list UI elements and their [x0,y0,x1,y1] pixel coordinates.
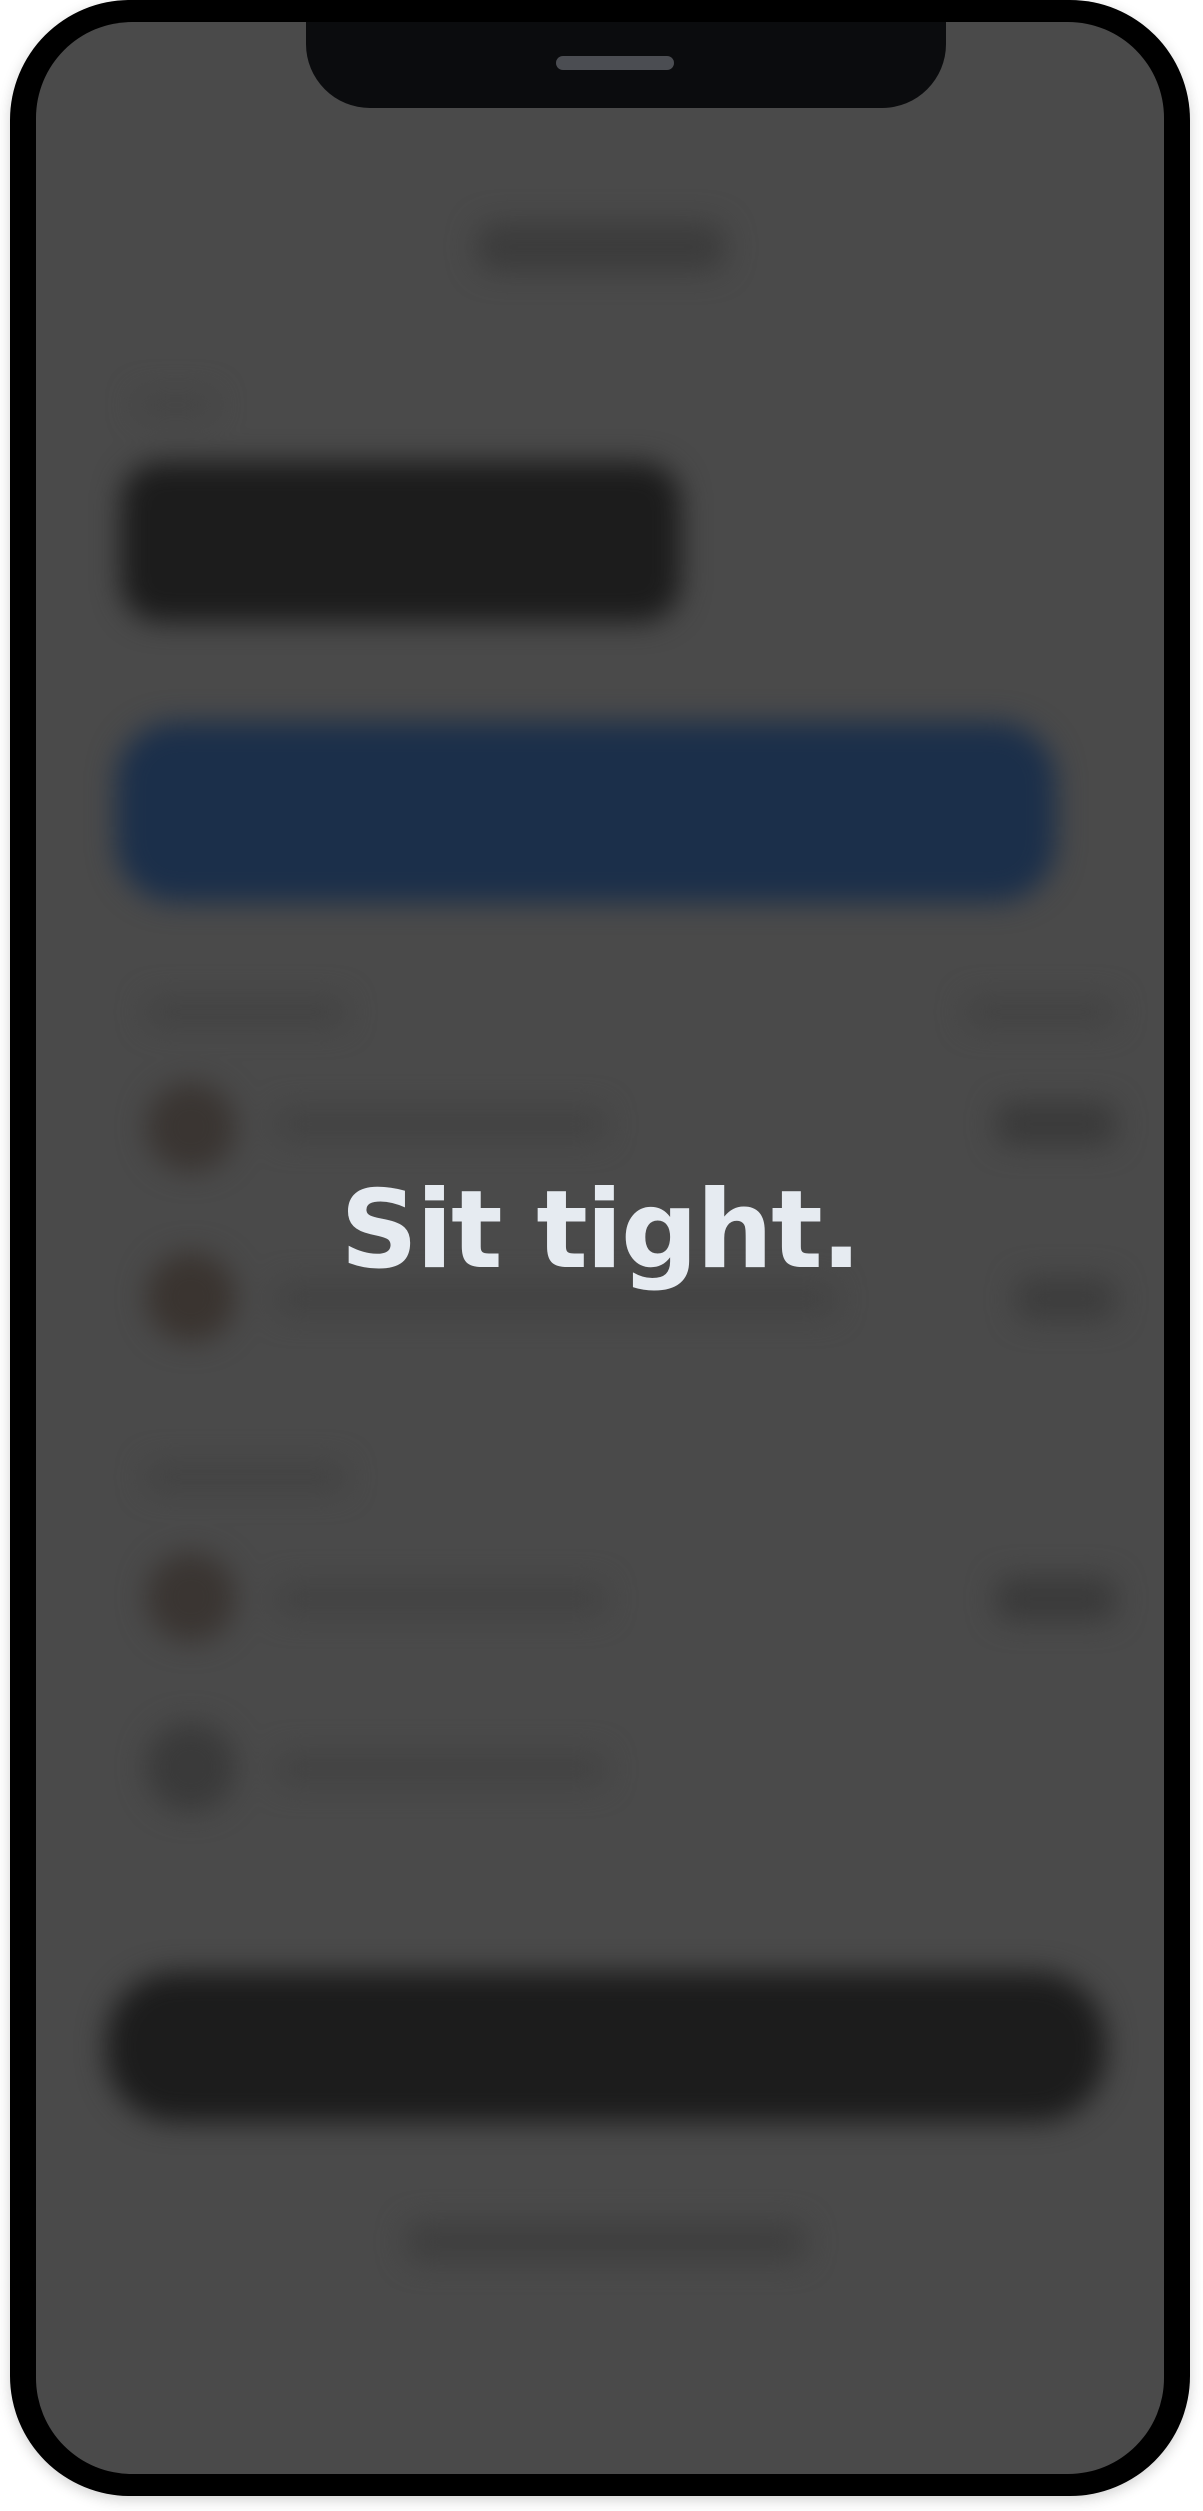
blurred-list-amount [996,1102,1116,1146]
blurred-list-avatar [146,1082,236,1172]
blurred-section-link [966,997,1116,1027]
blurred-list-text [276,1107,606,1141]
blurred-balance-block [121,462,681,622]
earpiece-speaker [556,56,674,70]
camera-notch [306,22,946,108]
loading-message: Sit tight. [340,1168,862,1293]
blurred-list-amount [996,1577,1116,1621]
blurred-list-text [276,1582,606,1616]
blurred-section-label [146,997,346,1027]
blurred-list-avatar [146,1722,236,1812]
blurred-bottom-action-bar [106,1972,1106,2122]
blurred-primary-button [116,722,1056,902]
blurred-list-text [276,1752,606,1786]
blurred-header-title [476,222,726,272]
blurred-list-avatar [146,1552,236,1642]
phone-frame: Sit tight. [10,0,1190,2496]
blurred-footer-text [406,2222,806,2262]
blurred-small-label [136,392,216,418]
phone-screen: Sit tight. [36,22,1164,2474]
blurred-section-label [146,1462,346,1492]
